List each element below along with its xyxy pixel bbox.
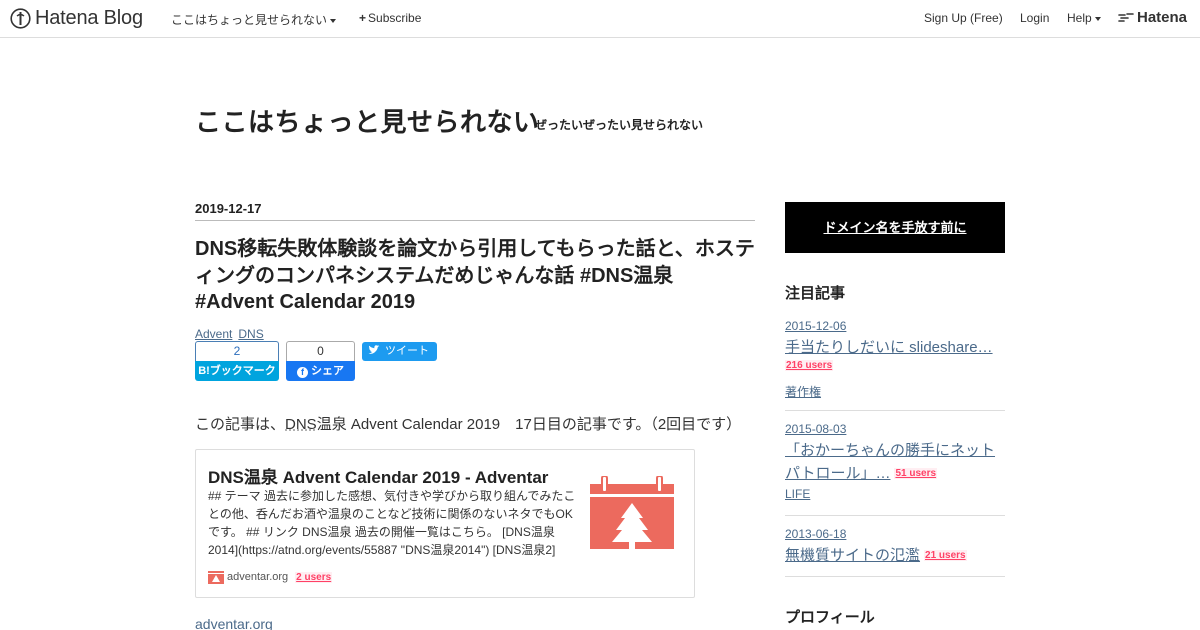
featured-item: 2015-12-06 手当たりしだいに slideshare… 216 user… <box>785 318 1005 400</box>
featured-item-users-row: 216 users <box>785 357 1005 373</box>
featured-item: 2015-08-03 「おかーちゃんの勝手にネットパトロール」… 51 users… <box>785 421 1005 501</box>
bookmark-users-badge[interactable]: 216 users <box>785 360 834 371</box>
blog-description: ぜったいぜったい見せられない <box>535 118 704 132</box>
intro-text-after: 温泉 Advent Calendar 2019 17日目の記事です。（2回目です… <box>316 416 742 433</box>
sidebar-divider <box>785 410 1005 411</box>
facebook-icon: f <box>297 367 308 378</box>
tweet-label: ツイート <box>385 345 429 357</box>
featured-item-date[interactable]: 2015-08-03 <box>785 421 1005 437</box>
plus-icon: + <box>359 11 367 25</box>
hatena-bookmark-button[interactable]: B!ブックマーク <box>195 361 279 381</box>
featured-item-title[interactable]: 手当たりしだいに slideshare… <box>785 336 1005 359</box>
bookmark-users-badge[interactable]: 2 users <box>295 571 333 583</box>
hatena-logo-link[interactable]: Hatena <box>1137 9 1187 26</box>
bookmark-users-badge[interactable]: 51 users <box>894 468 938 479</box>
embed-description: ## テーマ 過去に参加した感想、気付きや学びから取り組んでみたことの他、呑んだ… <box>208 489 576 557</box>
twitter-bird-icon <box>368 345 380 354</box>
sidebar-divider <box>785 576 1005 577</box>
chevron-down-icon <box>1094 16 1101 21</box>
help-label: Help <box>1067 11 1092 25</box>
hatena-mark-icon <box>1118 13 1134 22</box>
facebook-share-button[interactable]: f シェア <box>286 361 355 381</box>
login-link[interactable]: Login <box>1020 11 1049 25</box>
facebook-share-label: シェア <box>311 365 344 377</box>
category-link[interactable]: Advent <box>195 327 232 341</box>
subscribe-label: Subscribe <box>368 11 422 25</box>
blog-menu-label: ここはちょっと見せられない <box>171 13 328 27</box>
category-link[interactable]: DNS <box>238 327 263 341</box>
featured-item-category[interactable]: LIFE <box>785 487 1005 501</box>
featured-item-date[interactable]: 2015-12-06 <box>785 318 1005 334</box>
source-link[interactable]: adventar.org <box>195 616 273 630</box>
date-divider <box>195 220 755 221</box>
entry-intro: この記事は、DNS温泉 Advent Calendar 2019 17日目の記事… <box>195 413 741 434</box>
featured-item-title[interactable]: 「おかーちゃんの勝手にネットパトロール」… 51 users <box>785 439 1005 485</box>
blog-title[interactable]: ここはちょっと見せられない <box>195 102 540 139</box>
hatena-blog-logo[interactable]: Hatena Blog <box>10 7 143 30</box>
blog-menu-dropdown[interactable]: ここはちょっと見せられない <box>171 11 337 28</box>
hatena-bookmark-count[interactable]: 2 <box>195 341 279 361</box>
adventar-calendar-icon <box>590 476 674 549</box>
signup-link[interactable]: Sign Up (Free) <box>924 11 1003 25</box>
logo-text: Hatena Blog <box>35 7 143 29</box>
chevron-down-icon <box>330 18 337 23</box>
featured-item-title-text[interactable]: 「おかーちゃんの勝手にネットパトロール」… <box>785 442 995 482</box>
intro-text-before: この記事は、 <box>195 416 286 433</box>
embed-card[interactable]: DNS温泉 Advent Calendar 2019 - Adventar ##… <box>195 449 695 598</box>
adventar-favicon <box>208 571 224 584</box>
entry-title[interactable]: DNS移転失敗体験談を論文から引用してもらった話と、ホスティングのコンパネシステ… <box>195 236 755 316</box>
featured-item-title-text[interactable]: 無機質サイトの氾濫 <box>785 547 920 564</box>
embed-domain[interactable]: adventar.org <box>227 571 288 583</box>
sidebar-banner-link[interactable]: ドメイン名を手放す前に <box>785 202 1005 253</box>
keyword-link-dns[interactable]: DNS <box>285 416 317 433</box>
featured-heading: 注目記事 <box>785 285 846 302</box>
featured-item-title-text[interactable]: 手当たりしだいに slideshare… <box>785 339 993 356</box>
profile-heading: プロフィール <box>785 609 875 626</box>
help-dropdown[interactable]: Help <box>1067 11 1101 25</box>
entry-date[interactable]: 2019-12-17 <box>195 201 262 216</box>
featured-item-date[interactable]: 2013-06-18 <box>785 526 1005 542</box>
featured-item-title[interactable]: 無機質サイトの氾濫 21 users <box>785 544 1005 567</box>
entry-categories: Advent DNS <box>195 327 270 341</box>
featured-item-category[interactable]: 著作権 <box>785 383 1005 400</box>
subscribe-button[interactable]: + Subscribe <box>359 11 421 25</box>
sidebar-divider <box>785 515 1005 516</box>
hatena-blog-icon <box>10 8 31 29</box>
embed-footer: adventar.org 2 users <box>208 570 333 584</box>
embed-title[interactable]: DNS温泉 Advent Calendar 2019 - Adventar <box>208 463 548 488</box>
global-header: Hatena Blog ここはちょっと見せられない + Subscribe Sig… <box>0 0 1200 38</box>
tweet-button[interactable]: ツイート <box>362 342 437 361</box>
facebook-share-count: 0 <box>286 341 355 361</box>
featured-item: 2013-06-18 無機質サイトの氾濫 21 users <box>785 526 1005 567</box>
bookmark-users-badge[interactable]: 21 users <box>924 550 967 561</box>
